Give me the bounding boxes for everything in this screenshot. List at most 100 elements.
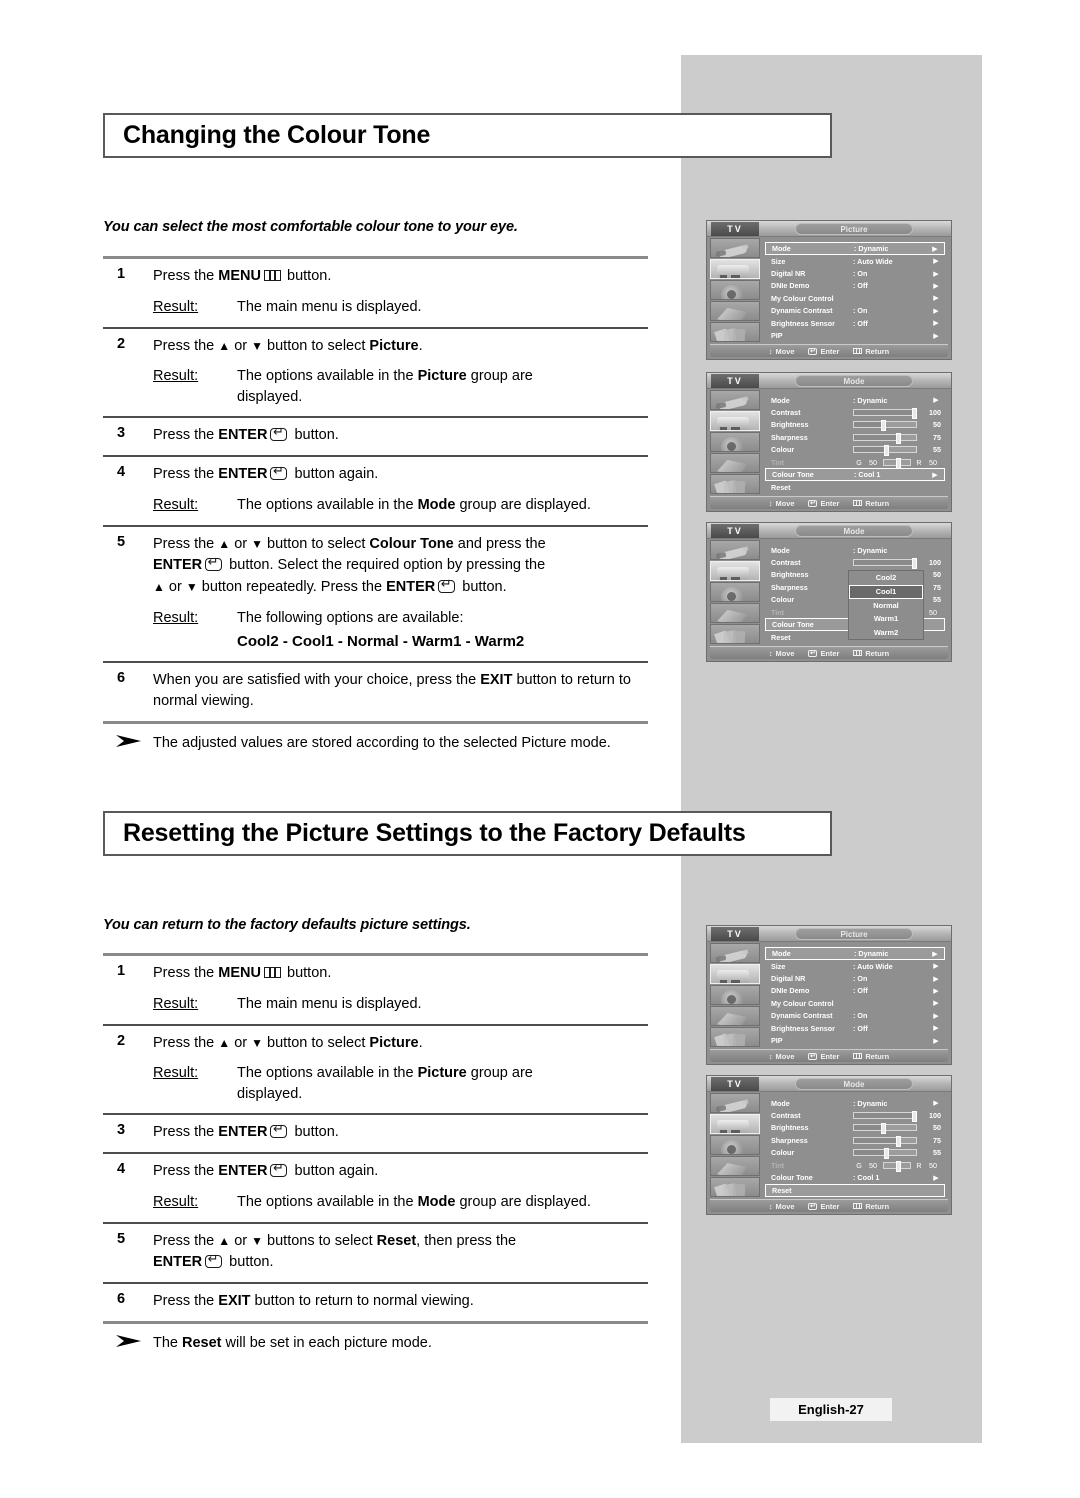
cards-icon[interactable]: [710, 1177, 760, 1197]
tuner-icon[interactable]: [710, 238, 760, 258]
step-text: Press the ▲ or ▼ button to select Pictur…: [153, 1034, 423, 1051]
slider-track: [853, 432, 917, 444]
dropdown-option-normal[interactable]: Normal: [849, 599, 923, 613]
result-label: Result:: [153, 609, 199, 626]
osd-menu-item[interactable]: Digital NR: On ▶: [765, 972, 945, 984]
speaker-icon[interactable]: [710, 582, 760, 602]
osd-menu-item[interactable]: DNIe Demo: Off ▶: [765, 985, 945, 997]
result-label: Result:: [153, 496, 199, 513]
tv-picture-icon[interactable]: [710, 561, 760, 581]
osd-slider-row[interactable]: Contrast 100: [765, 1109, 945, 1123]
menu-icon: [853, 1203, 863, 1209]
osd-menu-item[interactable]: Digital NR: On ▶: [765, 267, 945, 279]
step-row: 6 When you are satisfied with your choic…: [117, 669, 631, 710]
osd-footer-enter: ↵ Enter: [808, 1201, 840, 1211]
osd-menu-item[interactable]: PIP ▶: [765, 329, 945, 341]
osd-slider-row[interactable]: Colour 55: [765, 1147, 945, 1160]
setup-icon[interactable]: [710, 1006, 760, 1026]
osd-slider-row[interactable]: Contrast 100: [765, 556, 945, 570]
speaker-icon[interactable]: [710, 432, 760, 452]
tuner-icon[interactable]: [710, 540, 760, 560]
speaker-icon[interactable]: [710, 985, 760, 1005]
osd-menu-item-mode[interactable]: Mode: Dynamic ▶: [765, 1097, 945, 1109]
step-text: When you are satisfied with your choice,…: [153, 671, 631, 710]
enter-icon: ↵: [808, 1202, 818, 1210]
osd-tint-row[interactable]: TintG50R50: [765, 456, 945, 469]
osd-menu-item[interactable]: Brightness Sensor: Off ▶: [765, 317, 945, 329]
osd-caption: Picture: [795, 928, 913, 940]
setup-icon[interactable]: [710, 603, 760, 623]
step-text: Press the MENU button.: [153, 268, 332, 284]
osd-menu-item-reset[interactable]: Reset: [765, 1183, 945, 1197]
osd-slider-row[interactable]: Colour 55: [765, 444, 945, 457]
cards-icon[interactable]: [710, 322, 760, 342]
tuner-icon[interactable]: [710, 1093, 760, 1113]
setup-icon[interactable]: [710, 453, 760, 473]
osd-menu-item[interactable]: Mode: Dynamic ▶: [765, 242, 945, 255]
osd-menu-item-colour-tone[interactable]: Colour Tone: Cool 1 ▶: [765, 468, 945, 482]
speaker-icon[interactable]: [710, 280, 760, 300]
osd-menu-item[interactable]: Size: Auto Wide ▶: [765, 960, 945, 972]
osd-tv-label: TV: [711, 1077, 759, 1091]
osd-menu-item-reset[interactable]: Reset: [765, 481, 945, 493]
osd-tv-label: TV: [711, 927, 759, 941]
osd-caption: Mode: [795, 1078, 913, 1090]
osd-footer-return: Return: [853, 347, 889, 356]
setup-icon[interactable]: [710, 1156, 760, 1176]
arrow-bullet-icon: [103, 1333, 153, 1355]
chevron-right-icon: ▶: [932, 950, 938, 958]
tv-picture-icon[interactable]: [710, 411, 760, 431]
tv-picture-icon[interactable]: [710, 964, 760, 984]
arrow-bullet-icon: [103, 733, 153, 755]
osd-tint-row[interactable]: TintG50R50: [765, 1159, 945, 1172]
osd-menu-item[interactable]: PIP ▶: [765, 1034, 945, 1046]
section-title-reset-picture: Resetting the Picture Settings to the Fa…: [103, 811, 832, 856]
osd-menu-list: Mode: Dynamic ▶ Contrast 100 Brightness 50 …: [762, 390, 948, 495]
cards-icon[interactable]: [710, 1027, 760, 1047]
dropdown-option-cool2[interactable]: Cool2: [849, 571, 923, 585]
setup-icon[interactable]: [710, 301, 760, 321]
dropdown-option-warm2[interactable]: Warm2: [849, 626, 923, 640]
cards-icon[interactable]: [710, 474, 760, 494]
osd-menu-item[interactable]: Brightness Sensor: Off ▶: [765, 1022, 945, 1034]
osd-menu-item-colour-tone[interactable]: Colour Tone: Cool 1 ▶: [765, 1171, 945, 1183]
cards-icon[interactable]: [710, 624, 760, 644]
osd-menu-item[interactable]: My Colour Control ▶: [765, 292, 945, 304]
osd-menu-item-mode[interactable]: Mode: Dynamic ▶: [765, 394, 945, 406]
tuner-icon[interactable]: [710, 390, 760, 410]
chevron-right-icon: ▶: [933, 1100, 939, 1108]
tuner-icon[interactable]: [710, 943, 760, 963]
result-text: The options available in the Mode group …: [237, 1193, 591, 1210]
colour-tone-options: Cool2 - Cool1 - Normal - Warm1 - Warm2: [237, 632, 525, 650]
osd-slider-row[interactable]: Brightness 50: [765, 419, 945, 432]
osd-menu-item[interactable]: Dynamic Contrast: On ▶: [765, 305, 945, 317]
osd-footer-move: ↕ Move: [768, 346, 795, 356]
tv-picture-icon[interactable]: [710, 1114, 760, 1134]
osd-menu-item-mode[interactable]: Mode: Dynamic: [765, 544, 945, 556]
step-text: Press the ENTER button.: [153, 1122, 339, 1140]
section-title-colour-tone: Changing the Colour Tone: [103, 113, 832, 158]
dropdown-option-warm1[interactable]: Warm1: [849, 612, 923, 626]
step-text: Press the ▲ or ▼ button to select Pictur…: [153, 337, 423, 354]
speaker-icon[interactable]: [710, 1135, 760, 1155]
osd-menu-item[interactable]: DNIe Demo: Off ▶: [765, 280, 945, 292]
osd-menu-item[interactable]: Size: Auto Wide ▶: [765, 255, 945, 267]
osd-menu-list: Mode: Dynamic ▶ Size: Auto Wide ▶ Digital …: [762, 238, 948, 343]
osd-slider-row[interactable]: Brightness 50: [765, 1122, 945, 1135]
chevron-right-icon: ▶: [933, 1000, 939, 1008]
osd-menu-item[interactable]: Dynamic Contrast: On ▶: [765, 1010, 945, 1022]
chevron-right-icon: ▶: [932, 245, 938, 253]
enter-icon: [205, 1252, 223, 1269]
note-text: The Reset will be set in each picture mo…: [153, 1334, 432, 1351]
chevron-right-icon: ▶: [933, 307, 939, 315]
colour-tone-dropdown[interactable]: Cool2 Cool1 Normal Warm1 Warm2: [848, 570, 924, 640]
tv-picture-icon[interactable]: [710, 259, 760, 279]
osd-icon-sidebar: [710, 540, 760, 645]
dropdown-option-cool1[interactable]: Cool1: [849, 584, 923, 599]
osd-slider-row[interactable]: Sharpness 75: [765, 431, 945, 444]
osd-slider-row[interactable]: Sharpness 75: [765, 1134, 945, 1147]
osd-slider-row[interactable]: Contrast 100: [765, 406, 945, 420]
osd-menu-item[interactable]: Mode: Dynamic ▶: [765, 947, 945, 960]
enter-icon: [438, 577, 456, 594]
osd-menu-item[interactable]: My Colour Control ▶: [765, 997, 945, 1009]
